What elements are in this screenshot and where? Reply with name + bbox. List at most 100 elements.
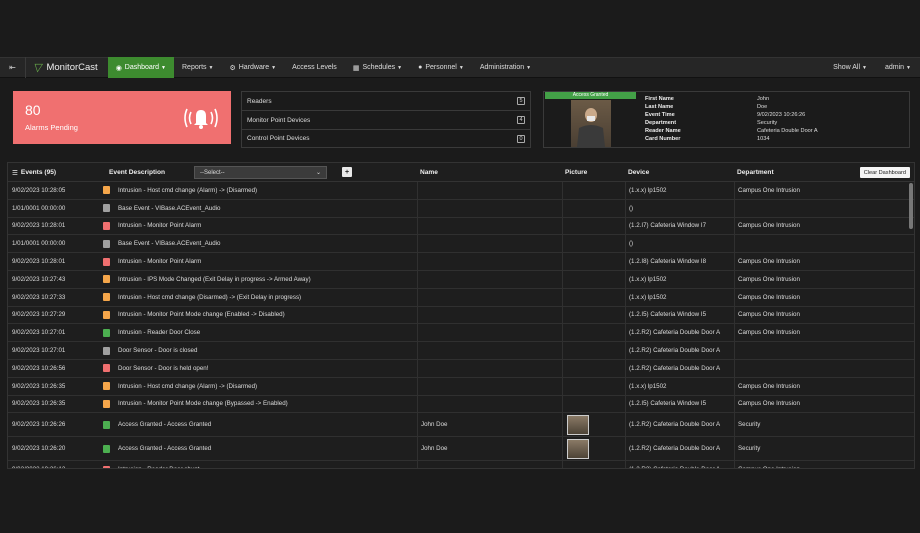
table-row[interactable]: 9/02/2023 10:27:29 Intrusion - Monitor Po… [8, 306, 914, 325]
table-row[interactable]: 9/02/2023 10:27:43 Intrusion - IPS Mode C… [8, 270, 914, 289]
table-row[interactable]: 9/02/2023 10:27:01 Intrusion - Reader Doo… [8, 324, 914, 343]
brand[interactable]: ▽ MonitorCast [26, 57, 108, 78]
event-name [417, 199, 562, 217]
event-time: 9/02/2023 10:28:05 [12, 186, 66, 194]
event-severity-swatch [103, 328, 110, 337]
event-department: Campus One Intrusion [734, 306, 914, 324]
event-department: Campus One Intrusion [734, 270, 914, 288]
top-navbar: ⇤ ▽ MonitorCast ◉ Dashboard ▼ Reports ▼ ⚙ Hard… [0, 57, 920, 78]
event-severity-swatch [103, 346, 110, 355]
event-time: 9/02/2023 10:27:33 [12, 293, 66, 301]
event-name [417, 377, 562, 395]
alarms-pending-panel[interactable]: 80 Alarms Pending [13, 91, 231, 144]
nav-item-label: Personnel [425, 64, 457, 71]
event-picture [562, 324, 626, 342]
info-label: Last Name [645, 104, 674, 110]
event-description-text: Intrusion - Host cmd change (Alarm) -> (… [118, 382, 258, 390]
event-time: 9/02/2023 10:26:56 [12, 364, 66, 372]
event-name [417, 288, 562, 306]
nav-item-label: Administration [479, 64, 525, 71]
event-description: Access Granted - Access Granted [103, 413, 418, 436]
event-time: 9/02/2023 10:26:26 [12, 421, 66, 429]
table-row[interactable]: 9/02/2023 10:26:26 Access Granted - Acces… [8, 413, 914, 438]
chevron-down-icon: ⌄ [315, 170, 321, 176]
show-all-dropdown[interactable]: Show All ▼ [824, 57, 876, 78]
event-time: 1/01/0001 00:00:00 [12, 204, 66, 212]
table-row[interactable]: 9/02/2023 10:28:01 Intrusion - Monitor Po… [8, 217, 914, 236]
table-row[interactable]: 9/02/2023 10:28:05 Intrusion - Host cmd c… [8, 182, 914, 200]
table-row[interactable]: 9/02/2023 10:26:20 Access Granted - Acces… [8, 437, 914, 462]
event-description-text: Intrusion - Reader Door Close [118, 329, 201, 337]
list-icon: ☰ [12, 169, 18, 177]
cardholder-thumbnail[interactable] [567, 438, 589, 459]
nav-item-personnel[interactable]: ● Personnel ▼ [410, 57, 472, 78]
event-severity-swatch [103, 257, 110, 266]
info-value: Security [757, 120, 778, 126]
nav-item-dashboard[interactable]: ◉ Dashboard ▼ [107, 57, 174, 78]
event-description: Intrusion - Monitor Point Mode change (B… [103, 396, 418, 413]
table-row[interactable]: 9/02/2023 10:26:12 Intrusion - Reader Doo… [8, 461, 914, 468]
event-time: 9/02/2023 10:26:20 [12, 445, 66, 453]
event-device: (1.2.I7) Cafeteria Window I7 [625, 217, 735, 235]
col-header-device: Device [628, 169, 650, 176]
info-row: Last Name Doe [645, 103, 905, 111]
table-row[interactable]: 9/02/2023 10:26:35 Intrusion - Host cmd c… [8, 377, 914, 396]
user-icon: ● [418, 64, 423, 71]
event-description: Base Event - VIBase.ACEvent_Audio [103, 235, 418, 252]
event-department [734, 359, 914, 377]
event-picture [562, 461, 626, 468]
event-time: 9/02/2023 10:27:43 [12, 275, 66, 283]
event-description-text: Intrusion - Monitor Point Alarm [118, 222, 202, 230]
event-description-text: Intrusion - Reader Door shunt... [118, 466, 205, 468]
nav-item-schedules[interactable]: ▦ Schedules ▼ [345, 57, 410, 78]
device-row-readers[interactable]: Readers 5 [241, 91, 531, 110]
table-row[interactable]: 9/02/2023 10:28:01 Intrusion - Monitor Po… [8, 253, 914, 271]
device-row-control-points[interactable]: Control Point Devices 0 [241, 129, 531, 148]
event-time: 9/02/2023 10:27:29 [12, 311, 66, 319]
nav-item-access-levels[interactable]: Access Levels [284, 57, 345, 78]
add-filter-button[interactable]: + [342, 167, 352, 177]
event-picture [562, 413, 626, 437]
nav-item-administration[interactable]: Administration ▼ [472, 57, 539, 78]
access-photo-frame: Access Granted [545, 92, 636, 147]
event-name [417, 217, 562, 235]
info-label: Card Number [645, 136, 681, 142]
nav-item-hardware[interactable]: ⚙ Hardware ▼ [221, 57, 284, 78]
table-row[interactable]: 9/02/2023 10:27:33 Intrusion - Host cmd c… [8, 288, 914, 307]
event-severity-swatch [103, 364, 110, 373]
chevron-down-icon: ▼ [906, 64, 911, 71]
event-device: (1.2.R2) Cafeteria Double Door A [625, 342, 735, 359]
event-filter-select[interactable]: --Select-- ⌄ [194, 166, 327, 179]
table-row[interactable]: 9/02/2023 10:26:35 Intrusion - Monitor Po… [8, 395, 914, 414]
nav-item-reports[interactable]: Reports ▼ [174, 57, 221, 78]
user-menu[interactable]: admin ▼ [876, 57, 920, 78]
event-description-text: Door Sensor - Door is held open! [118, 364, 209, 372]
event-department: Campus One Intrusion [734, 395, 914, 413]
event-description: Intrusion - Host cmd change (Alarm) -> (… [103, 378, 418, 395]
event-severity-swatch [103, 221, 110, 230]
event-picture [562, 182, 626, 199]
chevron-down-icon: ▼ [271, 64, 277, 71]
event-name: John Doe [417, 413, 562, 437]
table-row[interactable]: 1/01/0001 00:00:00 Base Event - VIBase.AC… [8, 235, 914, 254]
event-picture [562, 217, 626, 235]
event-rows: 9/02/2023 10:28:05 Intrusion - Host cmd c… [8, 182, 914, 468]
event-device: () [625, 235, 735, 253]
events-title: ☰ Events (95) [12, 163, 56, 182]
table-row[interactable]: 9/02/2023 10:27:01 Door Sensor - Door is … [8, 342, 914, 360]
clear-dashboard-button[interactable]: Clear Dashboard [859, 167, 910, 178]
event-name [417, 306, 562, 324]
cardholder-thumbnail[interactable] [567, 414, 589, 435]
scrollbar[interactable] [909, 183, 913, 229]
event-description: Intrusion - Reader Door shunt... [103, 461, 418, 468]
event-description-text: Access Granted - Access Granted [118, 421, 212, 429]
event-time: 9/02/2023 10:26:35 [12, 400, 66, 408]
brand-name: MonitorCast [46, 62, 98, 73]
device-row-monitor-points[interactable]: Monitor Point Devices 4 [241, 110, 531, 129]
table-row[interactable]: 9/02/2023 10:26:56 Door Sensor - Door is … [8, 359, 914, 378]
events-header: ☰ Events (95) Event Description --Select… [8, 163, 914, 182]
event-name [417, 235, 562, 253]
event-description: Intrusion - IPS Mode Changed (Exit Delay… [103, 271, 418, 288]
table-row[interactable]: 1/01/0001 00:00:00 Base Event - VIBase.AC… [8, 199, 914, 218]
sidebar-toggle-icon[interactable]: ⇤ [0, 57, 26, 78]
